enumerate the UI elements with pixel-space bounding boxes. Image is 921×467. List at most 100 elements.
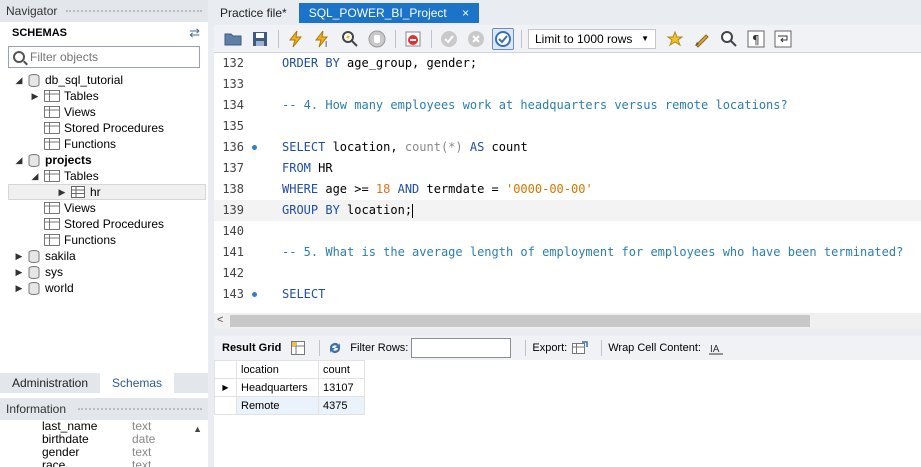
tree-table-hr[interactable]: ▶ hr — [8, 184, 206, 200]
autocommit-toggle[interactable] — [492, 27, 514, 50]
information-header: Information — [0, 398, 208, 420]
collapsed-arrow-icon[interactable]: ▶ — [30, 91, 40, 102]
find-button[interactable] — [718, 28, 740, 50]
navigator-panel: Navigator SCHEMAS ⇄ ◢ db_sql_tutorial ▶ … — [0, 0, 208, 467]
limit-rows-select[interactable]: Limit to 1000 rows ▼ — [528, 28, 656, 49]
procedures-folder-icon — [44, 218, 60, 230]
table-cell[interactable]: Remote — [236, 396, 319, 415]
execute-current-button[interactable]: I — [312, 28, 334, 50]
row-selector[interactable] — [214, 396, 237, 415]
collapsed-arrow-icon[interactable]: ▶ — [14, 283, 24, 294]
add-snippet-button[interactable] — [664, 28, 686, 50]
wrap-lines-button[interactable] — [772, 28, 794, 50]
table-icon — [71, 186, 85, 198]
collapsed-arrow-icon[interactable]: ▶ — [14, 267, 24, 278]
lightning-icon — [288, 30, 303, 47]
code-line-139[interactable]: 139 GROUP BY location; — [214, 200, 921, 221]
execute-all-button[interactable] — [285, 28, 307, 50]
code-line-132[interactable]: 132 ORDER BY age_group, gender; — [214, 53, 921, 74]
row-selector-arrow-icon[interactable]: ▶ — [214, 378, 237, 397]
tree-folder-stored-procedures[interactable]: Stored Procedures — [0, 216, 208, 232]
statement-marker-icon — [252, 145, 257, 150]
database-icon — [28, 281, 40, 295]
line-number: 138 — [222, 182, 244, 196]
code-line-135[interactable]: 135 — [214, 116, 921, 137]
tree-schema-sys[interactable]: ▶ sys — [0, 264, 208, 280]
explain-button[interactable] — [339, 28, 361, 50]
table-row[interactable]: ▶ Headquarters 13107 — [214, 378, 365, 397]
filter-box[interactable] — [8, 46, 200, 68]
code-line-143[interactable]: 143 SELECT — [214, 284, 921, 305]
tree-folder-functions[interactable]: Functions — [0, 136, 208, 152]
commit-button[interactable] — [438, 28, 460, 50]
info-column-row: last_name text — [0, 420, 208, 433]
code-line-134[interactable]: 134 -- 4. How many employees work at hea… — [214, 95, 921, 116]
code-line-142[interactable]: 142 — [214, 263, 921, 284]
column-header-count[interactable]: count — [318, 360, 365, 379]
table-cell[interactable]: 4375 — [318, 396, 365, 415]
code-line-141[interactable]: 141 -- 5. What is the average length of … — [214, 242, 921, 263]
invisible-chars-button[interactable]: ¶ — [745, 28, 767, 50]
tree-folder-tables[interactable]: ▶ Tables — [0, 88, 208, 104]
toggle-error-button[interactable] — [402, 28, 424, 50]
stop-on-error-icon — [405, 31, 421, 46]
tree-schema-sakila[interactable]: ▶ sakila — [0, 248, 208, 264]
code-line-138[interactable]: 138 WHERE age >= 18 AND termdate = '0000… — [214, 179, 921, 200]
table-cell[interactable]: 13107 — [318, 378, 365, 397]
filter-objects-input[interactable] — [30, 50, 180, 64]
refresh-icon[interactable]: ⇄ — [189, 25, 200, 41]
tree-schema-world[interactable]: ▶ world — [0, 280, 208, 296]
tree-folder-views[interactable]: Views — [0, 104, 208, 120]
tree-schema-projects[interactable]: ◢ projects — [0, 152, 208, 168]
tree-folder-tables[interactable]: ◢ Tables — [0, 168, 208, 184]
stop-hand-icon — [368, 30, 386, 47]
code-line-140[interactable]: 140 — [214, 221, 921, 242]
open-file-button[interactable] — [222, 28, 244, 50]
refresh-icon[interactable] — [326, 340, 344, 356]
tab-practice-file[interactable]: Practice file* — [210, 3, 297, 23]
sql-editor[interactable]: 132 ORDER BY age_group, gender; 133 134 … — [214, 53, 921, 313]
scroll-up-arrow-icon[interactable]: ▲ — [193, 424, 202, 434]
grid-view-icon[interactable] — [289, 340, 307, 356]
row-header-corner — [214, 360, 237, 379]
save-button[interactable] — [249, 28, 271, 50]
code-line-133[interactable]: 133 — [214, 74, 921, 95]
info-column-row: race text — [0, 459, 208, 467]
filter-rows-input[interactable] — [411, 338, 512, 358]
collapsed-arrow-icon[interactable]: ▶ — [57, 187, 67, 198]
folder-open-icon — [224, 33, 242, 45]
header-grip[interactable] — [78, 408, 202, 410]
table-row[interactable]: Remote 4375 — [214, 396, 365, 415]
expand-arrow-icon[interactable]: ◢ — [14, 155, 24, 166]
beautify-button[interactable] — [691, 28, 713, 50]
wrap-text-icon[interactable]: IA — [707, 340, 725, 356]
stop-button[interactable] — [366, 28, 388, 50]
result-grid-label[interactable]: Result Grid — [222, 342, 281, 354]
editor-horizontal-scrollbar[interactable]: < — [214, 313, 921, 329]
database-icon — [28, 153, 40, 167]
tree-folder-functions[interactable]: Functions — [0, 232, 208, 248]
code-line-136[interactable]: 136 SELECT location, count(*) AS count — [214, 137, 921, 158]
code-line-137[interactable]: 137 FROM HR — [214, 158, 921, 179]
scroll-left-arrow-icon[interactable]: < — [217, 314, 223, 326]
code-text: WHERE age >= 18 AND termdate = '0000-00-… — [282, 182, 593, 196]
autocommit-icon — [495, 30, 511, 47]
information-panel: last_name text birthdate date gender tex… — [0, 420, 208, 467]
rollback-button[interactable] — [465, 28, 487, 50]
expand-arrow-icon[interactable]: ◢ — [14, 75, 24, 86]
tree-folder-views[interactable]: Views — [0, 200, 208, 216]
tab-sql-power-bi-project[interactable]: SQL_POWER_BI_Project × — [298, 3, 480, 23]
header-grip[interactable] — [66, 10, 202, 12]
expand-arrow-icon[interactable]: ◢ — [30, 171, 40, 182]
table-cell[interactable]: Headquarters — [236, 378, 319, 397]
magnifier-lightning-icon — [342, 30, 358, 47]
tab-schemas[interactable]: Schemas — [100, 373, 175, 393]
export-icon[interactable] — [571, 340, 589, 356]
close-tab-icon[interactable]: × — [462, 6, 469, 20]
tree-schema-db-sql-tutorial[interactable]: ◢ db_sql_tutorial — [0, 72, 208, 88]
scrollbar-thumb[interactable] — [230, 315, 810, 327]
tab-administration[interactable]: Administration — [0, 373, 100, 393]
column-header-location[interactable]: location — [236, 360, 319, 379]
tree-folder-stored-procedures[interactable]: Stored Procedures — [0, 120, 208, 136]
collapsed-arrow-icon[interactable]: ▶ — [14, 251, 24, 262]
